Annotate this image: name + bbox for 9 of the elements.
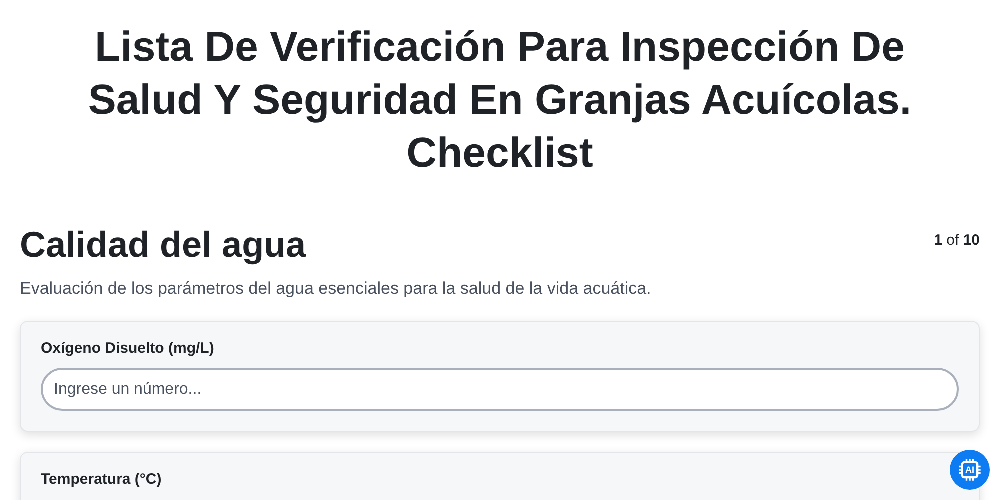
chip-icon — [957, 457, 983, 483]
page-title: Lista De Verificación Para Inspección De Salud Y Seguridad En Granjas Acuícolas. Checklist — [87, 22, 913, 178]
section-heading: Calidad del agua — [20, 223, 306, 267]
input-field[interactable]: Ingrese un número... — [41, 368, 959, 411]
question-label: Temperatura (°C) — [41, 471, 163, 488]
section-description: Evaluación de los parámetros del agua esenciales para la salud de la vida acuática. — [20, 279, 652, 299]
question-label: Oxígeno Disuelto (mg/L) — [41, 340, 216, 357]
page-counter: 1 of 10 — [934, 232, 980, 248]
ai-assistant-button[interactable]: AI — [950, 450, 990, 490]
